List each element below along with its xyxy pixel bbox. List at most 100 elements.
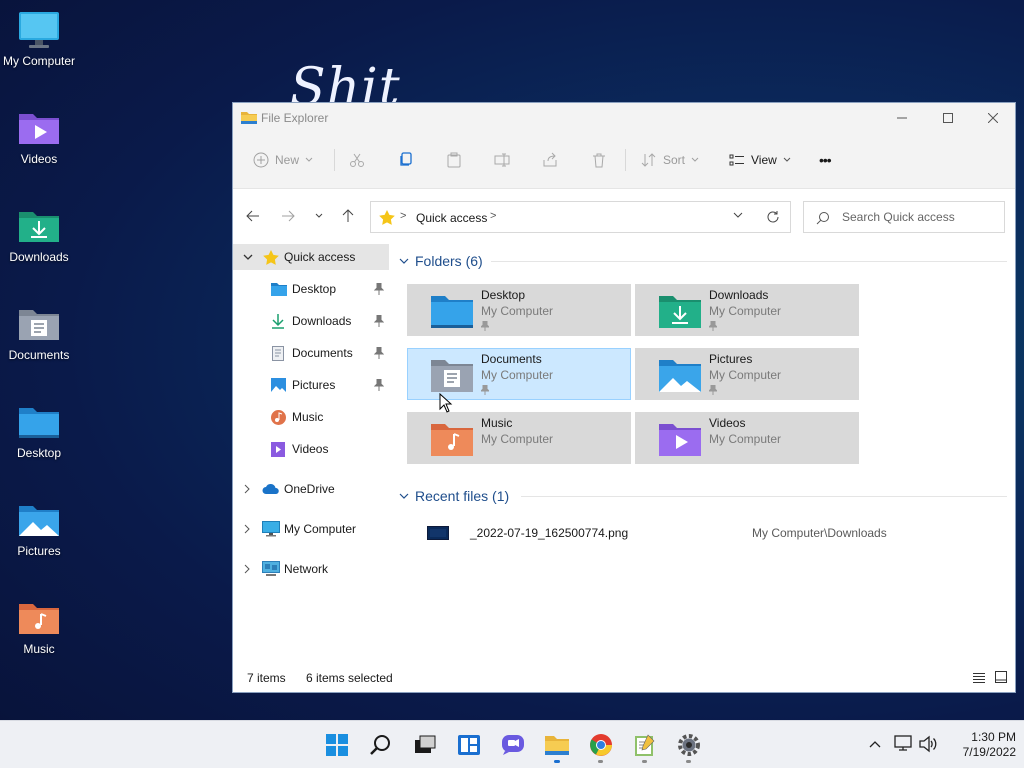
recent-locations-button[interactable] (311, 208, 327, 224)
up-button[interactable] (340, 208, 356, 224)
system-clock[interactable]: 1:30 PM 7/19/2022 (936, 730, 1016, 760)
file-explorer-taskbar-button[interactable] (544, 733, 570, 757)
details-view-icon[interactable] (973, 672, 985, 684)
folder-tile-music[interactable]: Music My Computer (407, 412, 631, 464)
chevron-right-icon[interactable] (243, 564, 251, 574)
address-bar[interactable]: > Quick access > (370, 201, 791, 233)
start-button[interactable] (324, 733, 350, 757)
breadcrumb-quick-access[interactable]: Quick access (416, 211, 487, 225)
clock-time: 1:30 PM (971, 730, 1016, 744)
large-icons-view-icon[interactable] (995, 671, 1007, 683)
view-label: View (751, 153, 777, 167)
desktop-folder-icon (431, 296, 473, 328)
sidebar-item-documents[interactable]: Documents (233, 340, 389, 366)
cut-button[interactable] (349, 148, 365, 172)
widgets-icon (458, 735, 480, 755)
desktop-icon-documents[interactable]: Documents (0, 304, 78, 362)
breadcrumb-separator[interactable]: > (490, 210, 496, 222)
widgets-button[interactable] (456, 733, 482, 757)
refresh-icon[interactable] (766, 210, 780, 224)
volume-icon[interactable] (918, 735, 938, 753)
item-count: 7 items (247, 671, 286, 685)
chevron-down-icon[interactable] (733, 211, 743, 219)
pin-icon[interactable] (374, 347, 384, 359)
notepad-icon (635, 734, 655, 756)
folder-name: Videos (709, 416, 746, 430)
search-box[interactable] (803, 201, 1005, 233)
chevron-down-icon (305, 157, 313, 162)
sidebar-item-my-computer[interactable]: My Computer (233, 516, 389, 542)
plus-circle-icon (253, 152, 269, 168)
pin-icon[interactable] (374, 283, 384, 295)
music-folder-icon (19, 604, 59, 634)
folder-location: My Computer (709, 368, 782, 382)
close-button[interactable] (970, 103, 1016, 132)
pin-icon[interactable] (374, 315, 384, 327)
search-input[interactable] (842, 210, 992, 224)
folder-name: Pictures (709, 352, 753, 366)
pin-icon (481, 385, 489, 395)
maximize-button[interactable] (925, 103, 971, 132)
new-button[interactable]: New (253, 148, 313, 172)
chevron-right-icon[interactable] (243, 524, 251, 534)
sidebar-item-label: Music (292, 410, 324, 424)
desktop-icon-music[interactable]: Music (0, 598, 78, 656)
title-bar[interactable]: File Explorer (233, 103, 1015, 132)
back-button[interactable] (245, 208, 261, 224)
search-button[interactable] (368, 733, 394, 757)
monitor-icon (19, 12, 59, 48)
folder-tile-downloads[interactable]: Downloads My Computer (635, 284, 859, 336)
minimize-icon (897, 117, 907, 118)
pin-icon (481, 321, 489, 331)
breadcrumb-separator: > (400, 210, 407, 222)
notepad-button[interactable] (632, 733, 658, 757)
desktop-icon-label: My Computer (2, 54, 76, 68)
recent-file-row[interactable]: _2022-07-19_162500774.png My Computer\Do… (413, 521, 993, 545)
folder-tile-videos[interactable]: Videos My Computer (635, 412, 859, 464)
minimize-button[interactable] (879, 103, 925, 132)
folder-tile-desktop[interactable]: Desktop My Computer (407, 284, 631, 336)
chevron-up-icon[interactable] (869, 740, 881, 748)
desktop-icon-videos[interactable]: Videos (0, 108, 78, 166)
sidebar-item-pictures[interactable]: Pictures (233, 372, 389, 398)
desktop-icon-my-computer[interactable]: My Computer (0, 10, 78, 68)
more-options-button[interactable]: ••• (819, 148, 832, 172)
chat-button[interactable] (500, 733, 526, 757)
sidebar-item-downloads[interactable]: Downloads (233, 308, 389, 334)
folders-section-header[interactable]: Folders (6) (399, 253, 483, 269)
desktop-icon-desktop[interactable]: Desktop (0, 402, 78, 460)
chevron-down-icon[interactable] (243, 253, 253, 261)
delete-button[interactable] (591, 148, 607, 172)
desktop-icon-downloads[interactable]: Downloads (0, 206, 78, 264)
forward-button[interactable] (280, 208, 296, 224)
monitor-icon (262, 521, 280, 537)
share-icon (543, 152, 557, 167)
running-app-indicator (598, 760, 603, 763)
chrome-button[interactable] (588, 733, 614, 757)
sort-button[interactable]: Sort (641, 148, 699, 172)
network-icon (262, 561, 280, 576)
recent-files-section-header[interactable]: Recent files (1) (399, 488, 509, 504)
sidebar-item-quick-access[interactable]: Quick access (233, 244, 389, 270)
view-button[interactable]: View (729, 148, 791, 172)
rename-button[interactable] (494, 148, 510, 172)
paste-button[interactable] (446, 148, 462, 172)
downloads-folder-icon (19, 212, 59, 242)
settings-button[interactable] (676, 733, 702, 757)
pin-icon[interactable] (374, 379, 384, 391)
share-button[interactable] (542, 148, 558, 172)
mouse-cursor-icon (439, 393, 453, 413)
sidebar-item-music[interactable]: Music (233, 404, 389, 430)
sidebar-item-network[interactable]: Network (233, 556, 389, 582)
folder-tile-pictures[interactable]: Pictures My Computer (635, 348, 859, 400)
desktop-icon-pictures[interactable]: Pictures (0, 500, 78, 558)
sidebar-item-onedrive[interactable]: OneDrive (233, 476, 389, 502)
sidebar-item-videos[interactable]: Videos (233, 436, 389, 462)
chevron-right-icon[interactable] (243, 484, 251, 494)
sidebar-item-label: Downloads (292, 314, 352, 328)
task-view-button[interactable] (412, 733, 438, 757)
copy-button[interactable] (398, 148, 414, 172)
chevron-down-icon (691, 157, 699, 162)
sidebar-item-desktop[interactable]: Desktop (233, 276, 389, 302)
network-status-icon[interactable] (894, 735, 914, 753)
